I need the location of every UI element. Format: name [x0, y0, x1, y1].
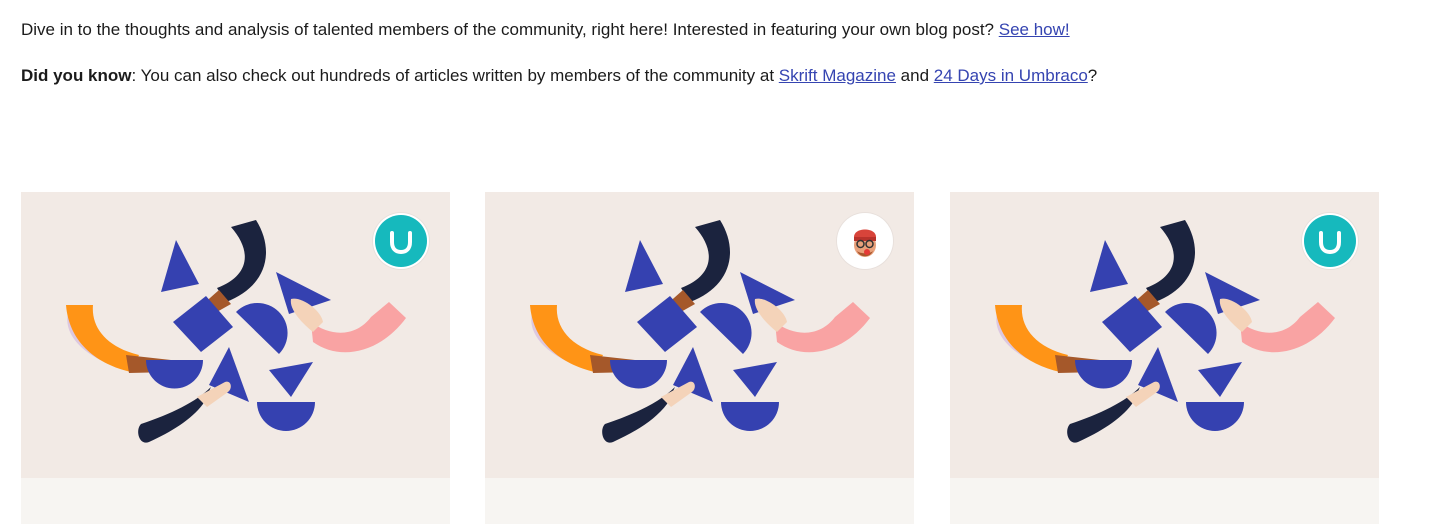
- see-how-link[interactable]: See how!: [999, 20, 1070, 39]
- umbraco-logo-icon: [375, 215, 427, 267]
- did-you-know-paragraph: Did you know: You can also check out hun…: [21, 64, 1421, 88]
- memoji-avatar-icon: [839, 215, 891, 267]
- blog-intro: Dive in to the thoughts and analysis of …: [21, 18, 1421, 88]
- did-you-know-label: Did you know: [21, 66, 132, 85]
- intro-paragraph: Dive in to the thoughts and analysis of …: [21, 18, 1421, 42]
- card-body: [485, 478, 914, 524]
- card-thumbnail[interactable]: [21, 192, 450, 478]
- author-avatar: [373, 213, 429, 269]
- did-you-know-text: : You can also check out hundreds of art…: [131, 66, 779, 85]
- card-thumbnail[interactable]: [950, 192, 1379, 478]
- intro-text: Dive in to the thoughts and analysis of …: [21, 20, 999, 39]
- blog-card[interactable]: [485, 192, 914, 524]
- card-body: [950, 478, 1379, 524]
- card-body: [21, 478, 450, 524]
- blog-card[interactable]: [21, 192, 450, 524]
- question-mark: ?: [1087, 66, 1098, 85]
- and-text: and: [895, 66, 934, 85]
- author-avatar: [837, 213, 893, 269]
- skrift-magazine-link[interactable]: Skrift Magazine: [779, 66, 896, 85]
- blog-card[interactable]: [950, 192, 1379, 524]
- umbraco-logo-icon: [1304, 215, 1356, 267]
- card-thumbnail[interactable]: [485, 192, 914, 478]
- 24-days-in-umbraco-link[interactable]: 24 Days in Umbraco: [934, 66, 1088, 85]
- author-avatar: [1302, 213, 1358, 269]
